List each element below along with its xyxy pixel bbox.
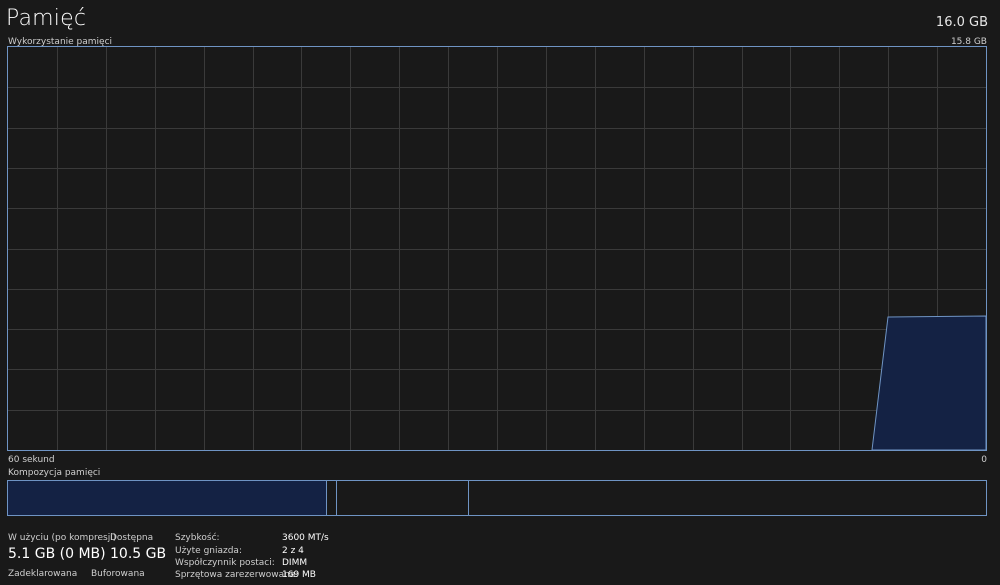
memory-composition-bar [7, 480, 987, 516]
cached-label: Buforowana [91, 569, 145, 579]
available-label: Dostępna [110, 533, 154, 543]
committed-label: Zadeklarowana [8, 569, 78, 579]
speed-value: 3600 MT/s [282, 533, 329, 543]
time-span-label: 60 sekund [8, 455, 55, 465]
form-factor-label: Współczynnik postaci: [175, 558, 275, 568]
total-memory: 16.0 GB [935, 15, 988, 30]
composition-free[interactable] [469, 481, 986, 515]
page-title: Pamięć [6, 6, 87, 31]
form-factor-value: DIMM [282, 558, 308, 568]
in-use-label: W użyciu (po kompresji) [8, 533, 117, 543]
composition-modified[interactable] [327, 481, 337, 515]
in-use-value: 5.1 GB (0 MB) [8, 546, 106, 562]
speed-label: Szybkość: [175, 533, 220, 543]
graph-min-label: 0 [981, 455, 987, 465]
slots-label: Użyte gniazda: [175, 546, 242, 556]
composition-label: Kompozycja pamięci [8, 468, 101, 478]
usage-area [871, 315, 986, 450]
hardware-reserved-value: 169 MB [282, 570, 316, 580]
composition-standby[interactable] [337, 481, 469, 515]
hardware-reserved-label: Sprzętowa zarezerwowana: [175, 570, 299, 580]
memory-usage-graph [7, 46, 987, 451]
composition-in-use[interactable] [8, 481, 327, 515]
graph-grid [8, 47, 986, 450]
slots-value: 2 z 4 [282, 546, 304, 556]
available-value: 10.5 GB [110, 546, 167, 562]
